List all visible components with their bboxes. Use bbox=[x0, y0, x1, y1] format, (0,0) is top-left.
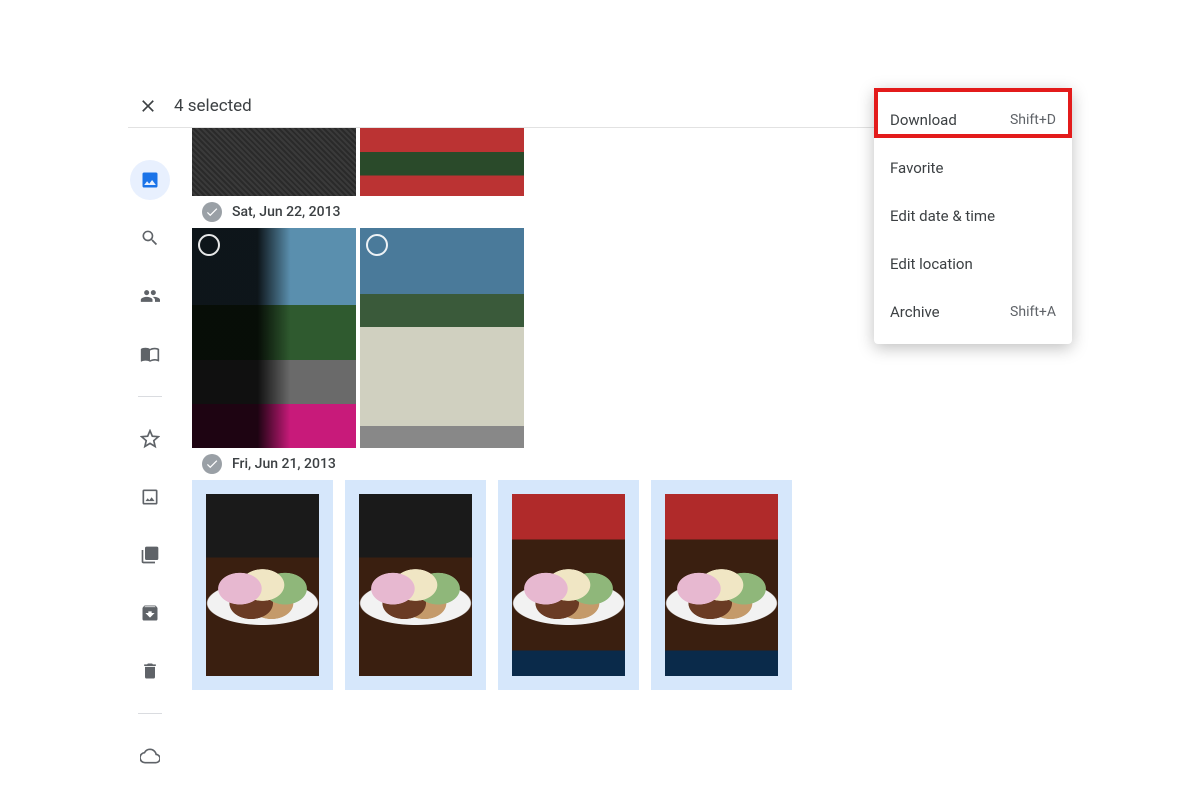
close-selection-button[interactable] bbox=[128, 86, 168, 126]
photo-select-toggle[interactable] bbox=[366, 234, 388, 256]
menu-item-label: Favorite bbox=[890, 159, 943, 177]
photo-thumbnail[interactable] bbox=[192, 228, 356, 448]
photo-thumbnail[interactable] bbox=[360, 128, 524, 196]
selection-count: 4 selected bbox=[174, 96, 252, 116]
photos-icon bbox=[140, 170, 160, 190]
album-icon bbox=[140, 487, 160, 507]
utilities-icon bbox=[140, 545, 160, 565]
photo-thumbnail-selected[interactable] bbox=[192, 480, 333, 690]
cloud-icon bbox=[140, 746, 160, 766]
menu-item-label: Archive bbox=[890, 303, 940, 321]
menu-item-favorite[interactable]: Favorite bbox=[874, 144, 1072, 192]
archive-icon bbox=[140, 603, 160, 623]
search-icon bbox=[140, 228, 160, 248]
sidebar-divider bbox=[138, 713, 162, 714]
sidebar-item-photos[interactable] bbox=[130, 160, 170, 200]
menu-item-label: Edit date & time bbox=[890, 207, 995, 225]
star-icon bbox=[140, 429, 160, 449]
date-header: Fri, Jun 21, 2013 bbox=[232, 456, 336, 472]
sidebar-item-favorites[interactable] bbox=[130, 419, 170, 459]
menu-item-shortcut: Shift+D bbox=[1010, 112, 1056, 128]
menu-item-label: Download bbox=[890, 111, 957, 129]
menu-item-archive[interactable]: Archive Shift+A bbox=[874, 288, 1072, 336]
overflow-menu: Download Shift+D Favorite Edit date & ti… bbox=[874, 88, 1072, 344]
date-select-toggle[interactable] bbox=[202, 454, 222, 474]
sidebar-item-utilities[interactable] bbox=[130, 535, 170, 575]
book-icon bbox=[140, 344, 160, 364]
trash-icon bbox=[140, 661, 160, 681]
sidebar-item-trash[interactable] bbox=[130, 651, 170, 691]
photo-select-toggle[interactable] bbox=[198, 234, 220, 256]
check-icon bbox=[205, 205, 219, 219]
sidebar-item-albums[interactable] bbox=[130, 477, 170, 517]
photo-thumbnail-selected[interactable] bbox=[651, 480, 792, 690]
date-header: Sat, Jun 22, 2013 bbox=[232, 204, 341, 220]
menu-item-edit-date[interactable]: Edit date & time bbox=[874, 192, 1072, 240]
sidebar-item-memories[interactable] bbox=[130, 334, 170, 374]
sidebar-item-storage[interactable] bbox=[130, 736, 170, 776]
sidebar-item-sharing[interactable] bbox=[130, 276, 170, 316]
sidebar-item-archive[interactable] bbox=[130, 593, 170, 633]
people-icon bbox=[140, 286, 160, 306]
photo-thumbnail-selected[interactable] bbox=[498, 480, 639, 690]
close-icon bbox=[138, 96, 158, 116]
photo-thumbnail-selected[interactable] bbox=[345, 480, 486, 690]
date-select-toggle[interactable] bbox=[202, 202, 222, 222]
check-icon bbox=[205, 457, 219, 471]
nav-sidebar bbox=[128, 160, 172, 776]
menu-item-download[interactable]: Download Shift+D bbox=[874, 96, 1072, 144]
photo-thumbnail[interactable] bbox=[192, 128, 356, 196]
menu-item-label: Edit location bbox=[890, 255, 973, 273]
sidebar-divider bbox=[138, 396, 162, 397]
photo-thumbnail[interactable] bbox=[360, 228, 524, 448]
sidebar-item-search[interactable] bbox=[130, 218, 170, 258]
menu-item-edit-location[interactable]: Edit location bbox=[874, 240, 1072, 288]
menu-item-shortcut: Shift+A bbox=[1010, 304, 1056, 320]
